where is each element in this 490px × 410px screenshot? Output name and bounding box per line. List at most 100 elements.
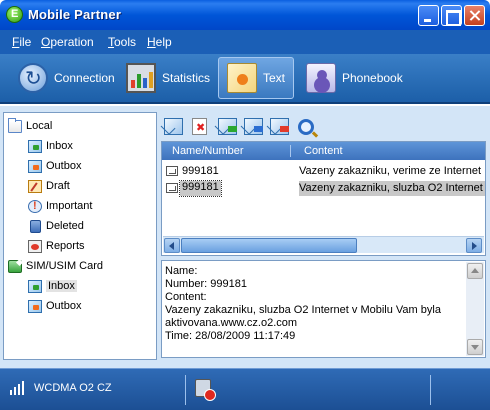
new-message-icon[interactable]	[164, 118, 183, 135]
tree-label-reports: Reports	[46, 240, 85, 252]
tree-item-local-reports[interactable]: Reports	[28, 237, 85, 255]
minimize-button[interactable]	[418, 5, 439, 26]
tree-label-draft: Draft	[46, 180, 70, 192]
important-icon	[28, 199, 42, 213]
horizontal-scrollbar[interactable]	[163, 236, 484, 253]
phonebook-icon	[306, 63, 336, 93]
sim-card-icon	[8, 259, 22, 273]
detail-name: Name:	[165, 265, 198, 277]
reply-icon[interactable]	[218, 118, 237, 135]
tab-text-label: Text	[263, 71, 286, 85]
network-status: WCDMA O2 CZ	[34, 382, 112, 394]
tree-item-sim-inbox[interactable]: Inbox	[28, 277, 77, 295]
message-toolbar	[162, 115, 488, 139]
status-divider	[185, 375, 186, 405]
vertical-scrollbar[interactable]	[466, 262, 484, 356]
tree-item-local-outbox[interactable]: Outbox	[28, 157, 81, 175]
tab-statistics-label: Statistics	[162, 71, 211, 85]
menu-file-label: ile	[19, 35, 32, 49]
detail-content-text: Vazeny zakazniku, sluzba O2 Internet v M…	[165, 304, 441, 316]
menu-file[interactable]: File	[12, 35, 31, 49]
message-number: 999181	[179, 180, 222, 197]
app-logo-icon	[6, 6, 23, 23]
tree-label-important: Important	[46, 200, 93, 212]
tree-label-deleted: Deleted	[46, 220, 84, 232]
detail-content-text-2: aktivovana.www.cz.o2.com	[165, 317, 298, 329]
tree-item-local-deleted[interactable]: Deleted	[28, 217, 84, 235]
menu-operation-accel: O	[41, 35, 51, 49]
tree-node-sim[interactable]: SIM/USIM Card	[8, 257, 103, 275]
scroll-left-button[interactable]	[164, 238, 180, 253]
tree-item-local-important[interactable]: Important	[28, 197, 92, 215]
disconnected-icon	[195, 379, 216, 401]
scroll-thumb[interactable]	[181, 238, 357, 253]
detail-number: Number: 999181	[165, 278, 247, 290]
tab-statistics[interactable]: Statistics	[118, 57, 218, 99]
message-row[interactable]: 999181 Vazeny zakazniku, verime ze Inter…	[162, 163, 485, 180]
tab-connection[interactable]: Connection	[10, 57, 123, 99]
tab-phonebook-label: Phonebook	[342, 71, 403, 85]
tree-label-sim: SIM/USIM Card	[26, 260, 104, 272]
scroll-down-button[interactable]	[467, 339, 483, 355]
export-icon[interactable]	[270, 118, 289, 135]
read-message-icon	[166, 166, 178, 176]
connection-icon	[18, 63, 48, 93]
list-header: Name/Number Content	[162, 142, 485, 160]
tree-item-local-draft[interactable]: Draft	[28, 177, 70, 195]
delete-icon[interactable]	[192, 118, 207, 135]
tree-item-local-inbox[interactable]: Inbox	[28, 137, 73, 155]
scroll-up-button[interactable]	[467, 263, 483, 279]
tab-phonebook[interactable]: Phonebook	[298, 57, 411, 99]
tree-node-local[interactable]: Local	[8, 117, 52, 135]
inbox-icon	[28, 139, 42, 153]
message-detail: Name: Number: 999181 Content: Vazeny zak…	[161, 260, 486, 358]
status-divider	[430, 375, 431, 405]
menu-operation[interactable]: Operation	[41, 35, 94, 49]
folder-tree: Local Inbox Outbox Draft Important Delet…	[3, 112, 157, 360]
column-header-content[interactable]: Content	[304, 145, 343, 157]
forward-icon[interactable]	[244, 118, 263, 135]
column-divider[interactable]	[290, 145, 291, 157]
close-button[interactable]	[464, 5, 485, 26]
outbox-icon	[28, 299, 42, 313]
tab-text[interactable]: Text	[218, 57, 294, 99]
read-message-icon	[166, 183, 178, 193]
search-icon[interactable]	[298, 119, 314, 135]
message-number: 999181	[182, 165, 219, 177]
tab-connection-label: Connection	[54, 71, 115, 85]
detail-time: Time: 28/08/2009 11:17:49	[165, 330, 296, 342]
tree-label-outbox: Outbox	[46, 160, 82, 172]
maximize-button[interactable]	[441, 5, 462, 26]
status-bar: WCDMA O2 CZ	[0, 368, 490, 410]
menu-help-accel: H	[147, 35, 156, 49]
reports-icon	[28, 239, 42, 253]
message-list: Name/Number Content 999181 Vazeny zakazn…	[161, 141, 486, 256]
message-row-selected[interactable]: 999181 Vazeny zakazniku, sluzba O2 Inter…	[162, 180, 485, 197]
menu-help-label: elp	[155, 35, 172, 49]
tree-label-sim-inbox: Inbox	[46, 280, 77, 292]
signal-strength-icon	[10, 381, 30, 395]
message-preview: Vazeny zakazniku, verime ze Internet	[299, 165, 481, 177]
menu-tools-label: ools	[114, 35, 137, 49]
title-bar: Mobile Partner	[0, 0, 490, 30]
scroll-right-button[interactable]	[466, 238, 482, 253]
tree-item-sim-outbox[interactable]: Outbox	[28, 297, 81, 315]
window-title: Mobile Partner	[28, 7, 122, 22]
menu-bar: File Operation Tools Help	[0, 30, 490, 54]
detail-content-label: Content:	[165, 291, 207, 303]
menu-tools[interactable]: Tools	[108, 35, 136, 49]
nav-bar: Connection Statistics Text Phonebook	[0, 54, 490, 104]
tree-label-local: Local	[26, 120, 53, 132]
draft-icon	[28, 179, 42, 193]
message-preview: Vazeny zakazniku, sluzba O2 Internet	[299, 181, 485, 196]
tree-label-sim-outbox: Outbox	[46, 300, 82, 312]
statistics-icon	[126, 63, 156, 93]
menu-help[interactable]: Help	[147, 35, 172, 49]
text-message-icon	[227, 63, 257, 93]
outbox-icon	[28, 159, 42, 173]
folder-icon	[8, 117, 22, 133]
trash-icon	[30, 219, 41, 233]
inbox-icon	[28, 279, 42, 293]
tree-label-inbox: Inbox	[46, 140, 73, 152]
column-header-number[interactable]: Name/Number	[172, 145, 244, 157]
